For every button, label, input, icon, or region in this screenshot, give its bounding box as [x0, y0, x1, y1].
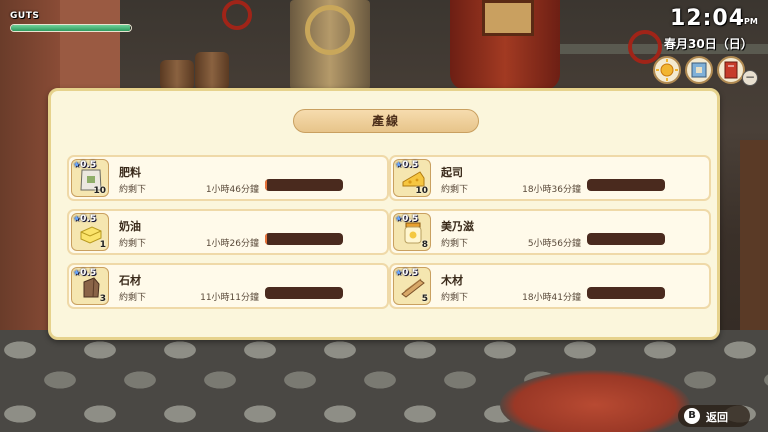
item-thumbnail: ★0.5 10: [393, 159, 431, 197]
production-item-card[interactable]: ★0.5 10 肥料 約剩下 1小時46分鐘: [67, 155, 389, 201]
map-icon[interactable]: [685, 56, 713, 84]
progress-bar: [265, 233, 343, 245]
item-name: 肥料: [119, 166, 141, 179]
brass-ring: [305, 5, 355, 55]
guts-label: GUTS: [10, 11, 40, 21]
quality-badge: ★0.5: [73, 160, 97, 170]
back-label: 返回: [706, 411, 728, 424]
production-item-card[interactable]: ★0.5 8 美乃滋 約剩下 5小時56分鐘: [389, 209, 711, 255]
item-count: 10: [93, 186, 106, 196]
item-count: 10: [415, 186, 428, 196]
item-count: 1: [99, 240, 106, 250]
progress-bar: [265, 287, 343, 299]
quality-badge: ★0.5: [395, 268, 419, 278]
production-item-card[interactable]: ★0.5 3 石材 約剩下 11小時11分鐘: [67, 263, 389, 309]
item-name: 木材: [441, 274, 463, 287]
red-rug: [500, 370, 690, 432]
quality-badge: ★0.5: [73, 214, 97, 224]
quality-badge: ★0.5: [395, 160, 419, 170]
sun-weather-icon: [653, 56, 681, 84]
progress-bar-fill: [265, 179, 267, 191]
remaining-label: 約剩下: [441, 293, 469, 303]
progress-bar: [587, 233, 665, 245]
item-name: 起司: [441, 166, 463, 179]
item-count: 5: [421, 294, 428, 304]
panel-title: 產線: [293, 109, 479, 133]
remaining-label: 約剩下: [441, 239, 469, 249]
clock-time: 12:04: [670, 6, 746, 31]
wooden-post: [740, 140, 768, 340]
brick-wall-segment: [60, 0, 120, 100]
minus-button-icon[interactable]: −: [742, 70, 758, 86]
item-name: 石材: [119, 274, 141, 287]
guts-bar: [10, 24, 132, 32]
quality-badge: ★0.5: [395, 214, 419, 224]
progress-bar: [587, 179, 665, 191]
item-count: 3: [99, 294, 106, 304]
calendar-date: 春月30日（日）: [664, 37, 753, 51]
guts-bar-fill: [11, 25, 130, 31]
item-thumbnail: ★0.5 8: [393, 213, 431, 251]
remaining-label: 約剩下: [119, 293, 147, 303]
item-count: 8: [421, 240, 428, 250]
production-item-card[interactable]: ★0.5 10 起司 約剩下 18小時36分鐘: [389, 155, 711, 201]
remaining-label: 約剩下: [441, 185, 469, 195]
clock-ampm: PM: [744, 17, 758, 26]
production-item-card[interactable]: ★0.5 5 木材 約剩下 18小時41分鐘: [389, 263, 711, 309]
red-tank: [450, 0, 560, 90]
remaining-time: 1小時46分鐘: [205, 185, 259, 195]
remaining-time: 5小時56分鐘: [527, 239, 581, 249]
red-valve-wheel: [222, 0, 252, 30]
item-thumbnail: ★0.5 10: [71, 159, 109, 197]
production-item-card[interactable]: ★0.5 1 奶油 約剩下 1小時26分鐘: [67, 209, 389, 255]
quality-badge: ★0.5: [73, 268, 97, 278]
diary-icon[interactable]: [717, 56, 745, 84]
remaining-label: 約剩下: [119, 239, 147, 249]
remaining-time: 18小時41分鐘: [522, 293, 581, 303]
remaining-time: 18小時36分鐘: [522, 185, 581, 195]
wooden-barrel: [195, 52, 229, 90]
b-button-icon: B: [684, 408, 700, 424]
item-thumbnail: ★0.5 1: [71, 213, 109, 251]
remaining-label: 約剩下: [119, 185, 147, 195]
remaining-time: 11小時11分鐘: [200, 293, 259, 303]
item-thumbnail: ★0.5 5: [393, 267, 431, 305]
remaining-time: 1小時26分鐘: [205, 239, 259, 249]
progress-bar-fill: [265, 233, 267, 245]
back-button[interactable]: B 返回: [678, 405, 750, 427]
item-name: 奶油: [119, 220, 141, 233]
wooden-barrel: [160, 60, 194, 90]
progress-bar: [587, 287, 665, 299]
progress-bar: [265, 179, 343, 191]
item-name: 美乃滋: [441, 220, 474, 233]
item-thumbnail: ★0.5 3: [71, 267, 109, 305]
production-panel: 產線 ★0.5 10 肥料 約剩下 1小時46分鐘 ★0.5 10 起司 約剩下…: [48, 88, 720, 340]
